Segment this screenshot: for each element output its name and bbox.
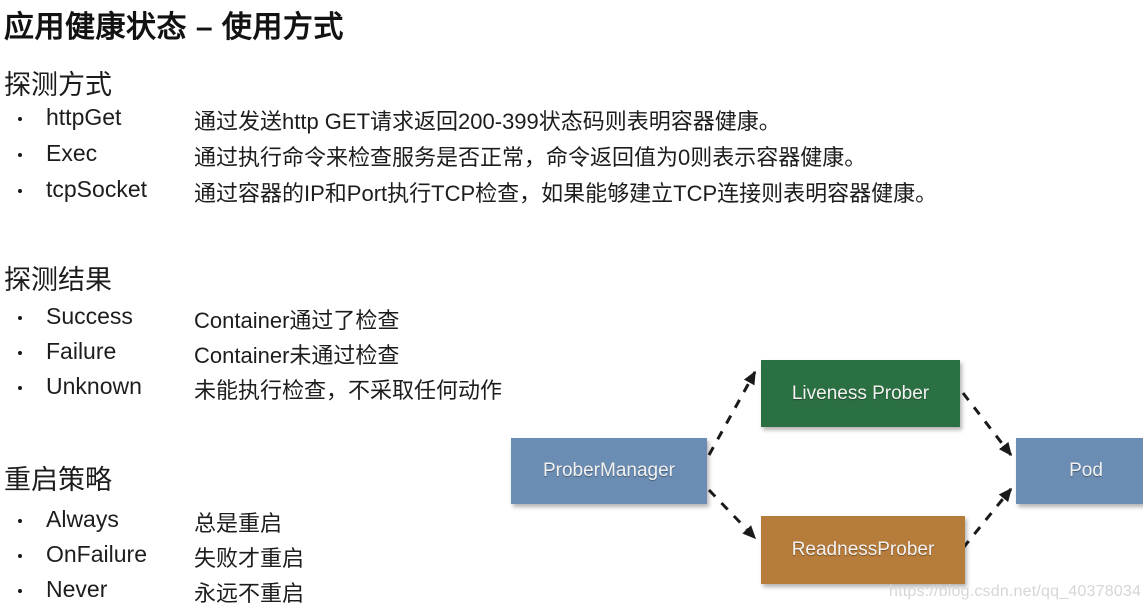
bullet-dot-icon — [18, 386, 22, 390]
diagram-node-readness-prober[interactable]: ReadnessProber — [761, 516, 965, 584]
bullet-list-probe-type: httpGet 通过发送http GET请求返回200-399状态码则表明容器健… — [0, 104, 1060, 212]
list-item-description: 未能执行检查，不采取任何动作 — [194, 378, 503, 403]
watermark: https://blog.csdn.net/qq_40378034 — [889, 583, 1142, 600]
list-item-term: Exec — [46, 140, 98, 166]
diagram-node-label: ProberManager — [542, 460, 676, 481]
bullet-dot-icon — [18, 316, 22, 320]
list-item-description: Container通过了检查 — [194, 308, 400, 333]
list-item-term: httpGet — [46, 104, 122, 130]
list-item: Exec 通过执行命令来检查服务是否正常，命令返回值为0则表示容器健康。 — [0, 140, 1060, 176]
bullet-dot-icon — [18, 189, 22, 193]
list-item-description: 失败才重启 — [194, 546, 305, 571]
diagram-node-label: ReadnessProber — [791, 539, 935, 560]
list-item-term: Failure — [46, 338, 117, 364]
section-heading-probe-result: 探测结果 — [4, 265, 112, 295]
bullet-dot-icon — [18, 351, 22, 355]
list-item-term: tcpSocket — [46, 176, 147, 202]
list-item: httpGet 通过发送http GET请求返回200-399状态码则表明容器健… — [0, 104, 1060, 140]
section-heading-restart-policy: 重启策略 — [4, 465, 112, 495]
bullet-dot-icon — [18, 554, 22, 558]
list-item: tcpSocket 通过容器的IP和Port执行TCP检查，如果能够建立TCP连… — [0, 176, 1060, 212]
list-item-term: Unknown — [46, 373, 142, 399]
list-item-description: 总是重启 — [194, 511, 283, 536]
list-item-term: OnFailure — [46, 541, 147, 567]
list-item-description: Container未通过检查 — [194, 343, 400, 368]
section-heading-probe-type: 探测方式 — [4, 70, 112, 100]
bullet-dot-icon — [18, 589, 22, 593]
diagram-node-label: Liveness Prober — [791, 382, 930, 404]
page-title: 应用健康状态 – 使用方式 — [4, 11, 344, 44]
bullet-dot-icon — [18, 153, 22, 157]
list-item-term: Never — [46, 576, 108, 602]
list-item-description: 通过执行命令来检查服务是否正常，命令返回值为0则表示容器健康。 — [194, 145, 867, 170]
diagram-node-prober-manager[interactable]: ProberManager — [511, 438, 707, 504]
diagram-node-label: Pod — [1069, 460, 1103, 481]
list-item-description: 通过发送http GET请求返回200-399状态码则表明容器健康。 — [194, 109, 781, 134]
list-item: Success Container通过了检查 — [0, 303, 1060, 338]
list-item-term: Always — [46, 506, 119, 532]
slide-canvas: 应用健康状态 – 使用方式 探测方式 httpGet 通过发送http GET请… — [0, 0, 1143, 612]
list-item-description: 永远不重启 — [194, 581, 305, 606]
bullet-dot-icon — [18, 519, 22, 523]
bullet-dot-icon — [18, 117, 22, 121]
list-item-description: 通过容器的IP和Port执行TCP检查，如果能够建立TCP连接则表明容器健康。 — [194, 181, 938, 206]
list-item-term: Success — [46, 303, 133, 329]
diagram-node-pod[interactable]: Pod — [1016, 438, 1143, 504]
diagram-node-liveness-prober[interactable]: Liveness Prober — [761, 360, 960, 427]
